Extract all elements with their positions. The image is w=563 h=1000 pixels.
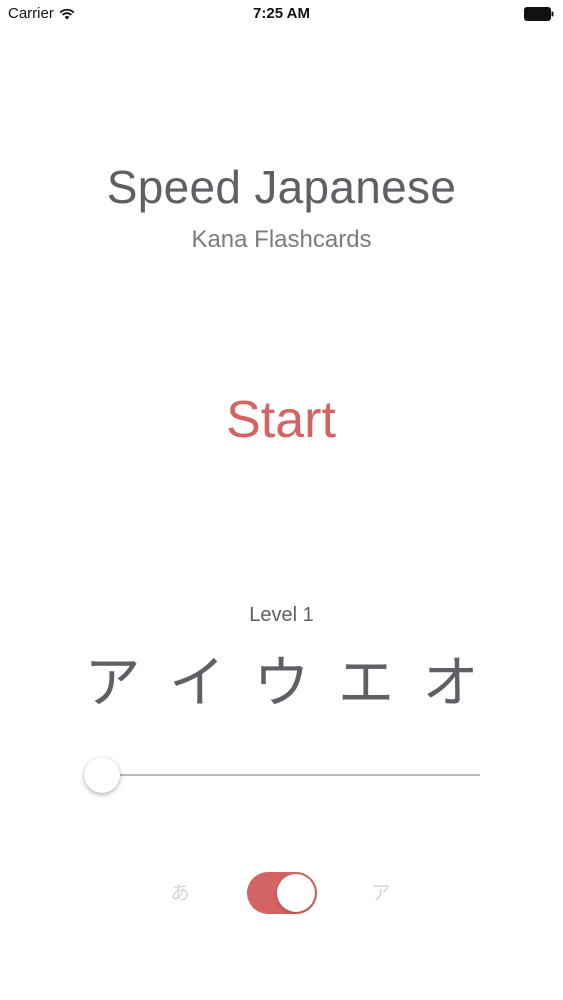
slider-thumb[interactable]: [84, 757, 120, 793]
status-time: 7:25 AM: [253, 5, 310, 22]
kana-char: イ: [169, 651, 225, 716]
kana-char: オ: [422, 651, 479, 716]
toggle-knob[interactable]: [277, 874, 315, 912]
kana-char: エ: [338, 651, 394, 716]
slider-track[interactable]: [84, 774, 480, 776]
kana-type-toggle[interactable]: [247, 872, 317, 914]
status-bar: Carrier 7:25 AM: [0, 0, 563, 30]
katakana-label: ア: [371, 882, 391, 904]
battery-icon: [524, 7, 554, 21]
app-title: Speed Japanese: [106, 161, 457, 213]
start-button[interactable]: Start: [181, 380, 381, 460]
kana-char: ア: [84, 651, 141, 716]
level-slider[interactable]: [84, 755, 480, 795]
level-label: Level 1: [249, 604, 314, 626]
kana-preview-row: ア イ ウ エ オ: [75, 648, 488, 720]
app-subtitle: Kana Flashcards: [191, 226, 372, 253]
kana-char: ウ: [253, 651, 310, 716]
hiragana-label: あ: [170, 882, 190, 904]
